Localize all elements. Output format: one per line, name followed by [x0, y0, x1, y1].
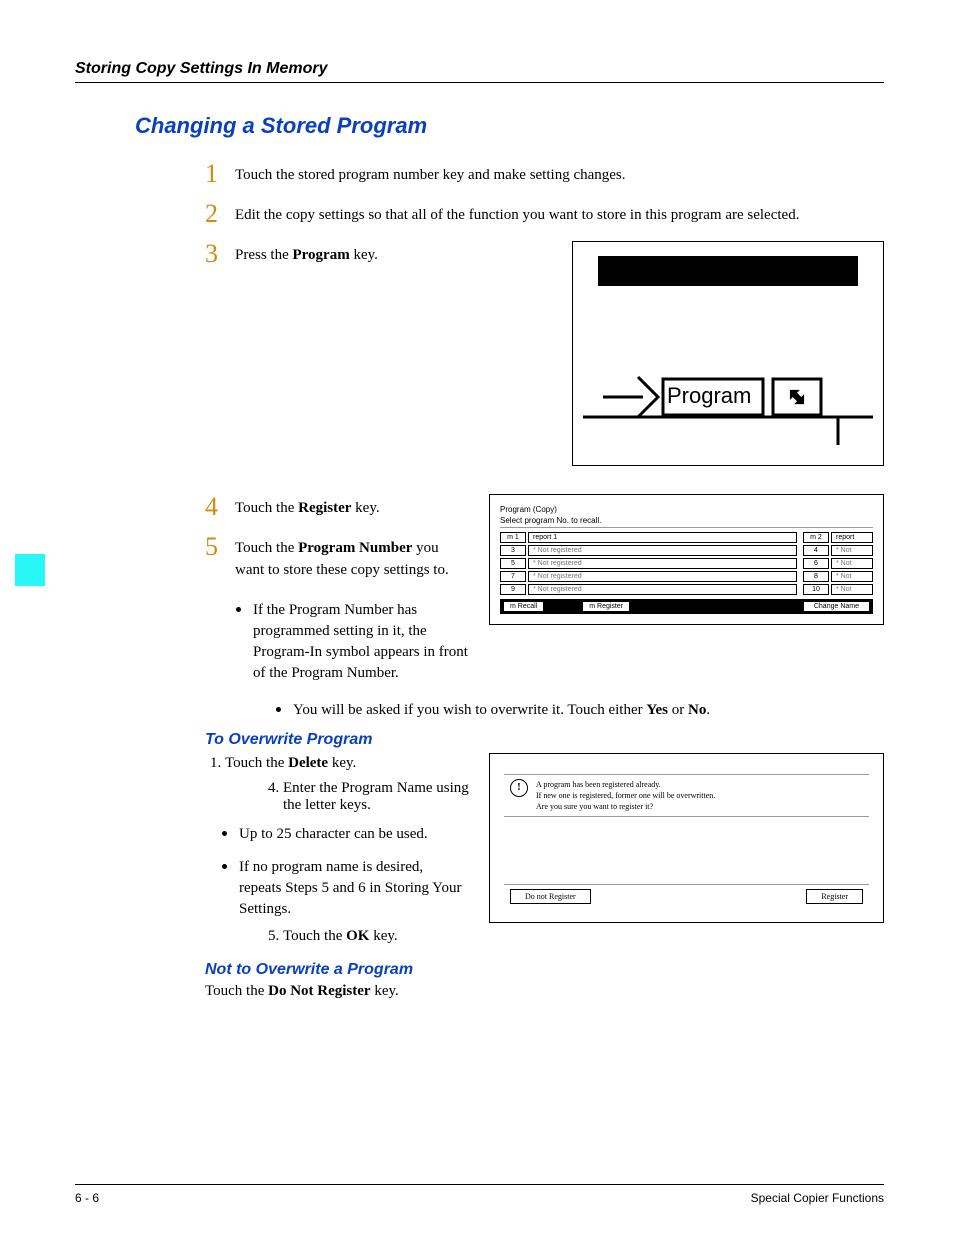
fig2-title: Program (Copy)	[500, 505, 873, 514]
figure-program-list: Program (Copy) Select program No. to rec…	[489, 494, 884, 625]
fig2-bottom-bar: m Recall m Register Change Name	[500, 599, 873, 614]
program-list-right: m 2report 4* Not 6* Not 8* Not 10* Not	[803, 532, 873, 595]
overwrite-step-1: Touch the Delete key.	[225, 753, 469, 775]
section-heading: Changing a Stored Program	[135, 113, 884, 139]
program-list-left: m 1report 1 3* Not registered 5* Not reg…	[500, 532, 797, 595]
overwrite-substep-5: Touch the OK key.	[263, 928, 469, 945]
step-text: Edit the copy settings so that all of th…	[235, 201, 799, 227]
step-text: Touch the Program Number you want to sto…	[235, 534, 469, 582]
page: Storing Copy Settings In Memory Changing…	[0, 0, 954, 1235]
register-button: Register	[806, 889, 863, 904]
page-footer: 6 - 6 Special Copier Functions	[75, 1184, 884, 1205]
section-tab-marker	[15, 554, 45, 586]
not-overwrite-text: Touch the Do Not Register key.	[205, 983, 884, 1000]
overwrite-heading: To Overwrite Program	[205, 731, 884, 749]
overwrite-step-list: Touch the Delete key.	[205, 753, 469, 775]
program-key-diagram	[583, 365, 873, 455]
register-button: m Register	[583, 602, 629, 611]
page-number: 6 - 6	[75, 1191, 99, 1205]
recall-button: m Recall	[504, 602, 543, 611]
change-name-button: Change Name	[804, 602, 869, 611]
step-number: 1	[205, 161, 235, 187]
figure-program-key: Program	[572, 241, 884, 466]
fig2-subtitle: Select program No. to recall.	[500, 516, 873, 528]
step-5: 5 Touch the Program Number you want to s…	[205, 534, 469, 582]
running-header: Storing Copy Settings In Memory	[75, 60, 884, 83]
not-overwrite-heading: Not to Overwrite a Program	[205, 961, 884, 979]
step-number: 2	[205, 201, 235, 227]
overwrite-substep-4: Enter the Program Name using the letter …	[263, 780, 469, 814]
overwrite-bullet-1: Up to 25 character can be used.	[239, 820, 469, 845]
step-4: 4 Touch the Register key.	[205, 494, 469, 520]
step5-bullet-1: If the Program Number has programmed set…	[253, 596, 469, 684]
step-number: 5	[205, 534, 235, 560]
do-not-register-button: Do not Register	[510, 889, 591, 904]
step-3: 3 Press the Program key.	[205, 241, 552, 267]
step-1: 1 Touch the stored program number key an…	[205, 161, 884, 187]
dialog-message: A program has been registered already. I…	[536, 779, 715, 813]
step5-bullet-2: You will be asked if you wish to overwri…	[293, 696, 884, 721]
step-text: Press the Program key.	[235, 241, 378, 267]
step-number: 3	[205, 241, 235, 267]
overwrite-bullet-2: If no program name is desired, repeats S…	[239, 853, 469, 920]
footer-section: Special Copier Functions	[751, 1191, 884, 1205]
step-2: 2 Edit the copy settings so that all of …	[205, 201, 884, 227]
step-number: 4	[205, 494, 235, 520]
warning-icon: !	[510, 779, 528, 797]
step-text: Touch the stored program number key and …	[235, 161, 626, 187]
figure-overwrite-dialog: ! A program has been registered already.…	[489, 753, 884, 923]
panel-strip	[598, 256, 858, 286]
step-text: Touch the Register key.	[235, 494, 380, 520]
program-key-label: Program	[667, 383, 751, 409]
